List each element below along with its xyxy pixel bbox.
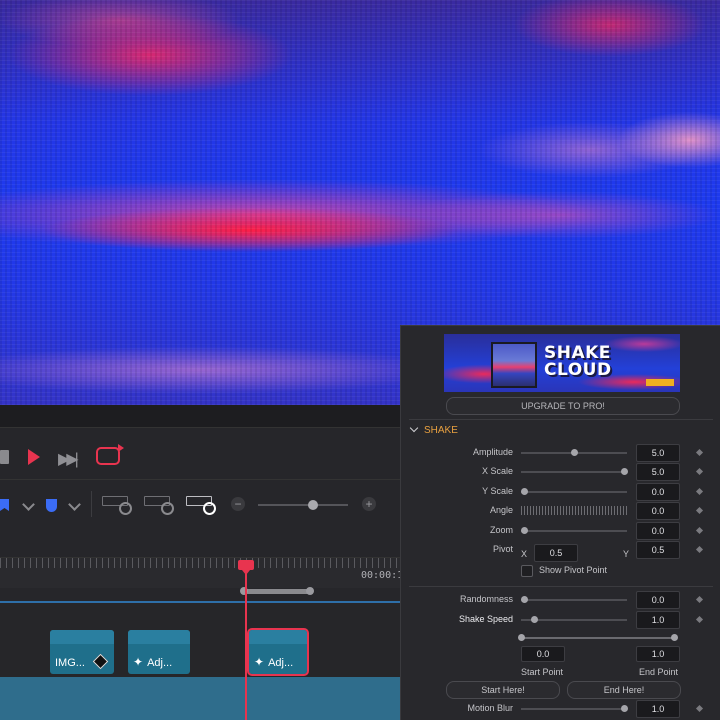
pivot-x-input[interactable]: 0.5 (534, 544, 578, 562)
end-here-button[interactable]: End Here! (567, 681, 681, 699)
work-range-bar[interactable] (240, 587, 314, 595)
section-header-shake[interactable]: SHAKE (409, 423, 458, 436)
start-here-button[interactable]: Start Here! (446, 681, 560, 699)
keyframe-diamond-icon[interactable] (695, 704, 704, 713)
banner-title: SHAKE CLOUD (544, 343, 612, 380)
end-point-label: End Point (639, 667, 679, 677)
motion-blur-input[interactable]: 1.0 (636, 700, 680, 718)
range-end-knob[interactable] (671, 634, 678, 641)
ruler-ticks (0, 558, 400, 568)
angle-dial[interactable] (521, 506, 627, 515)
randomness-input[interactable]: 0.0 (636, 591, 680, 609)
zoom-detail-icon[interactable] (144, 493, 174, 515)
pivot-y-input[interactable]: 0.5 (636, 541, 680, 559)
audio-track[interactable] (0, 677, 400, 720)
keyframe-diamond-icon[interactable] (695, 595, 704, 604)
keyframe-icon (92, 653, 109, 670)
show-pivot-checkbox[interactable] (521, 565, 533, 577)
plugin-banner: SHAKE CLOUD (444, 334, 680, 392)
x-scale-input[interactable]: 5.0 (636, 463, 680, 481)
motion-blur-slider[interactable] (521, 705, 628, 712)
end-point-input[interactable]: 1.0 (636, 646, 680, 662)
effect-inspector-panel: SHAKE CLOUD UPGRADE TO PRO! SHAKE Amplit… (400, 325, 720, 720)
stop-icon[interactable] (0, 450, 9, 464)
start-point-label: Start Point (521, 667, 564, 677)
zoom-in-icon[interactable]: + (362, 497, 376, 511)
marker-dropdown-chevron-icon[interactable] (68, 498, 81, 511)
param-motion-blur: Motion Blur 1.0 (401, 700, 720, 718)
start-end-range-slider[interactable] (518, 634, 678, 641)
keyframe-diamond-icon[interactable] (695, 448, 704, 457)
keyframe-diamond-icon[interactable] (695, 506, 704, 515)
y-scale-input[interactable]: 0.0 (636, 483, 680, 501)
start-point-input[interactable]: 0.0 (521, 646, 565, 662)
toolbar-divider (91, 491, 92, 517)
pivot-x-label: X (521, 549, 528, 559)
timeline-area: ▶▶| − + 00:00:16 IMG... ✦ Adj... ✦ Adj... (0, 405, 409, 720)
clip-label: IMG... (55, 657, 85, 669)
upgrade-button[interactable]: UPGRADE TO PRO! (446, 397, 680, 415)
param-amplitude: Amplitude 5.0 (401, 444, 720, 462)
banner-logo (646, 379, 674, 386)
shake-speed-slider[interactable] (521, 616, 627, 623)
pivot-y-label: Y (623, 549, 630, 559)
zoom-out-icon[interactable]: − (231, 497, 245, 511)
zoom-param-slider[interactable] (521, 527, 627, 534)
param-y-scale: Y Scale 0.0 (401, 483, 720, 501)
range-start-knob[interactable] (518, 634, 525, 641)
keyframe-diamond-icon[interactable] (695, 526, 704, 535)
shake-speed-input[interactable]: 1.0 (636, 611, 680, 629)
timeline-toolbar: − + (0, 487, 400, 523)
amplitude-slider[interactable] (521, 449, 627, 456)
amplitude-input[interactable]: 5.0 (636, 444, 680, 462)
zoom-custom-icon[interactable] (186, 493, 216, 515)
clip-label: Adj... (268, 657, 294, 669)
banner-thumbnail (491, 342, 537, 388)
timeline-clip-img[interactable]: IMG... (50, 630, 114, 674)
divider (0, 479, 400, 480)
keyframe-diamond-icon[interactable] (695, 545, 704, 554)
zoom-param-input[interactable]: 0.0 (636, 522, 680, 540)
x-scale-slider[interactable] (521, 468, 628, 475)
sparkle-icon: ✦ (254, 655, 265, 669)
track-divider (0, 601, 400, 603)
zoom-slider[interactable] (258, 500, 348, 510)
chevron-down-icon (409, 423, 419, 433)
clip-label: Adj... (147, 657, 173, 669)
divider (409, 419, 713, 420)
playhead[interactable] (245, 562, 247, 720)
timeline-clip-adjustment-selected[interactable]: ✦ Adj... (247, 628, 309, 676)
param-randomness: Randomness 0.0 (401, 591, 720, 609)
skip-to-end-icon[interactable]: ▶▶| (58, 449, 79, 469)
randomness-slider[interactable] (521, 596, 627, 603)
keyframe-diamond-icon[interactable] (695, 615, 704, 624)
y-scale-slider[interactable] (521, 488, 627, 495)
zoom-slider-knob[interactable] (308, 500, 318, 510)
transport-controls: ▶▶| (0, 440, 400, 474)
param-angle: Angle 0.0 (401, 502, 720, 520)
flag-icon[interactable] (0, 499, 9, 511)
keyframe-diamond-icon[interactable] (695, 467, 704, 476)
param-x-scale: X Scale 5.0 (401, 463, 720, 481)
param-shake-speed: Shake Speed 1.0 (401, 611, 720, 629)
play-icon[interactable] (28, 449, 40, 465)
sparkle-icon: ✦ (133, 655, 144, 669)
keyframe-diamond-icon[interactable] (695, 487, 704, 496)
angle-input[interactable]: 0.0 (636, 502, 680, 520)
loop-icon[interactable] (96, 444, 124, 465)
param-zoom: Zoom 0.0 (401, 522, 720, 540)
timeline-ruler[interactable]: 00:00:16 (0, 557, 409, 595)
zoom-full-icon[interactable] (102, 493, 132, 515)
viewer-bottom-bar (0, 405, 400, 428)
marker-icon[interactable] (46, 499, 57, 512)
flag-dropdown-chevron-icon[interactable] (22, 498, 35, 511)
divider (409, 586, 713, 587)
timeline-clip-adjustment[interactable]: ✦ Adj... (128, 630, 190, 674)
show-pivot-label: Show Pivot Point (539, 565, 608, 575)
